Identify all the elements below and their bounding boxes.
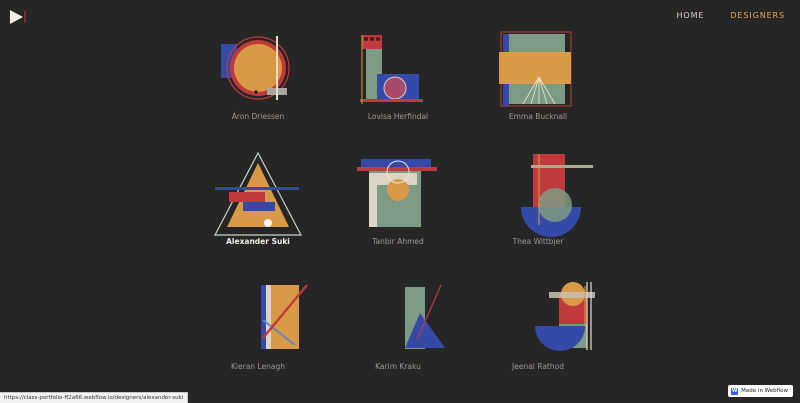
webflow-icon: W [731, 387, 739, 395]
designer-artwork [521, 154, 593, 237]
status-bar-url: https://class-portfolio-ff2a66.webflow.i… [0, 392, 189, 403]
designer-artwork [221, 36, 290, 100]
designer-card[interactable]: Jeenal Rathod [468, 280, 608, 371]
designer-artwork [360, 35, 423, 104]
designer-card[interactable]: Kieran Lenagh [188, 280, 328, 371]
designer-card[interactable]: Áron Driessen [188, 30, 328, 121]
designer-name: Jeenal Rathod [512, 362, 564, 371]
designer-name: Lovisa Herfindal [367, 112, 429, 121]
designer-card[interactable]: Thea Wittbjer [468, 151, 608, 246]
designer-card[interactable]: Karim Kraku [328, 280, 468, 371]
designer-name: Tanbir Ahmed [372, 237, 424, 246]
designer-artwork [357, 159, 437, 227]
designer-name: Thea Wittbjer [512, 237, 564, 246]
designer-artwork [499, 31, 572, 107]
designer-name: Kieran Lenagh [231, 362, 285, 371]
designer-name: Áron Driessen [231, 112, 285, 121]
nav-home-link[interactable]: HOME [676, 11, 704, 20]
main-nav: HOME DESIGNERS [676, 11, 785, 20]
nav-designers-link[interactable]: DESIGNERS [730, 11, 785, 20]
badge-label: Made in Webflow [741, 388, 788, 394]
designer-card[interactable]: Lovisa Herfindal [328, 30, 468, 121]
designer-artwork [535, 282, 595, 351]
designer-artwork [214, 151, 302, 236]
designer-card[interactable]: Tanbir Ahmed [328, 151, 468, 246]
designer-card[interactable]: Emma Bucknall [468, 30, 608, 121]
designer-name: Alexander Suki [226, 237, 290, 246]
made-in-webflow-badge[interactable]: W Made in Webflow [728, 385, 793, 397]
logo-play-icon[interactable] [9, 9, 27, 25]
designer-artwork [405, 284, 445, 349]
designer-name: Emma Bucknall [508, 112, 568, 121]
designer-name: Karim Kraku [375, 362, 421, 371]
designer-artwork [261, 284, 308, 349]
designer-card-selected[interactable]: Alexander Suki [188, 151, 328, 246]
